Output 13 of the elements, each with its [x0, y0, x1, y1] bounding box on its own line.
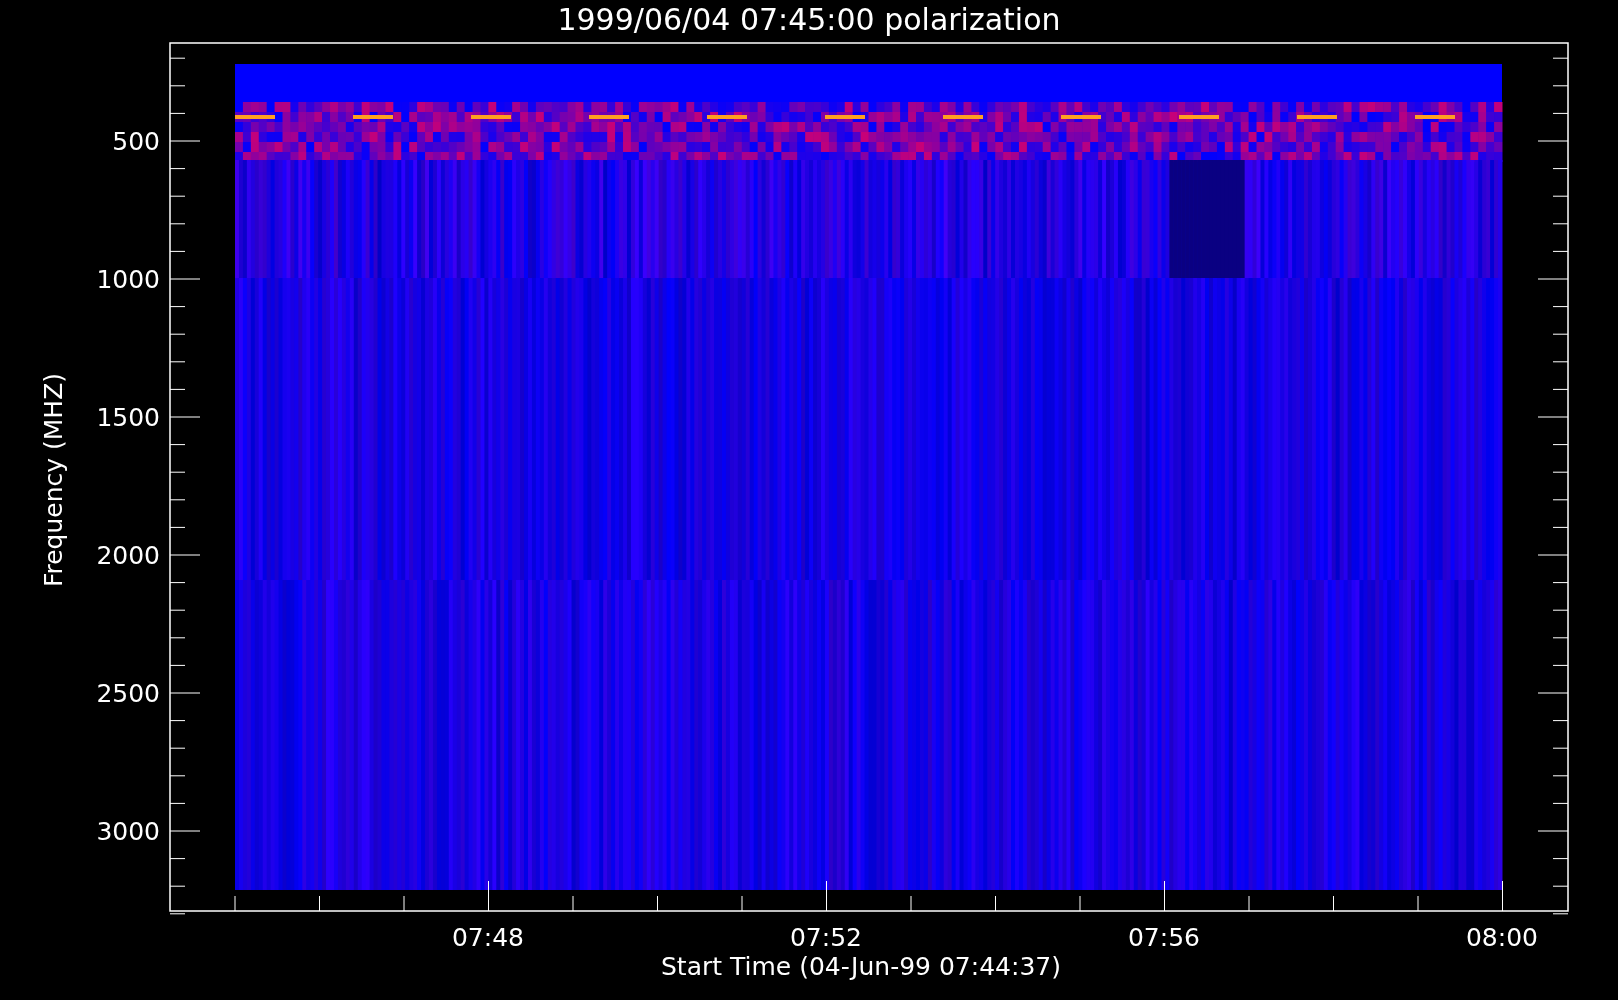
plot-title: 1999/06/04 07:45:00 polarization — [557, 2, 1061, 37]
x-tick-label: 07:52 — [790, 923, 862, 952]
y-tick-label: 500 — [112, 127, 160, 156]
y-tick-label: 1500 — [96, 403, 160, 432]
x-tick-label: 07:56 — [1128, 923, 1200, 952]
y-tick-label: 2500 — [96, 679, 160, 708]
x-tick-label: 07:48 — [452, 923, 524, 952]
y-axis-label: Frequency (MHZ) — [39, 372, 68, 588]
y-tick-label: 3000 — [96, 817, 160, 846]
y-tick-label: 1000 — [96, 265, 160, 294]
x-axis-label: Start Time (04-Jun-99 07:44:37) — [661, 952, 1061, 981]
y-tick-label: 2000 — [96, 541, 160, 570]
x-tick-label: 08:00 — [1466, 923, 1538, 952]
